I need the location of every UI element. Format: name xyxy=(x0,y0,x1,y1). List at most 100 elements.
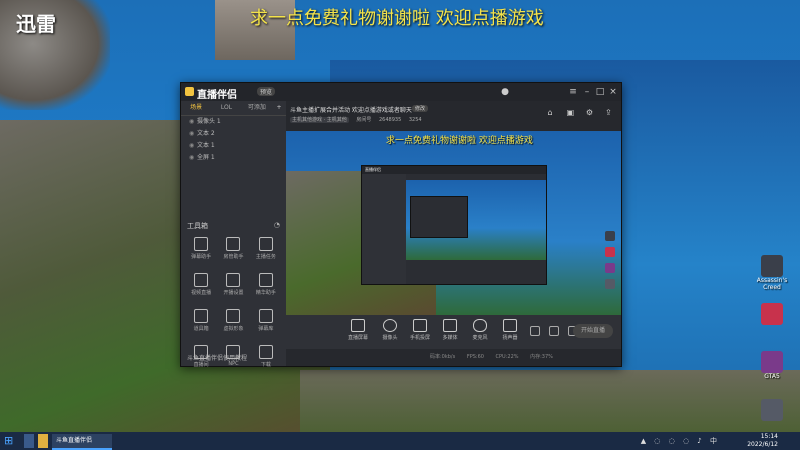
avatar-icon[interactable]: ● xyxy=(499,86,511,98)
taskview-icon[interactable] xyxy=(24,434,34,448)
speaker-button[interactable]: 扬声器 xyxy=(490,319,530,341)
game-icon xyxy=(605,231,615,241)
toolbox-title: 工具箱 xyxy=(187,222,208,230)
memory-status: 内存:37% xyxy=(530,354,553,360)
tool-item[interactable]: 道具箱 xyxy=(185,307,217,339)
tool-item[interactable]: 弹幕助手 xyxy=(185,235,217,267)
game-icon xyxy=(605,279,615,289)
scene-tabs: 场景 LOL 可添加 + xyxy=(181,101,286,116)
scene-label: 摄像头 1 xyxy=(197,118,221,125)
tool-item[interactable]: 弹幕库 xyxy=(250,307,282,339)
tool-item[interactable]: 虚拟形象 xyxy=(217,307,249,339)
tool-item[interactable]: 房管助手 xyxy=(217,235,249,267)
scene-item[interactable]: ◉ 摄像头 1 xyxy=(181,116,286,128)
status-bar: 码率:0kb/s FPS:60 CPU:22% 内存:37% xyxy=(286,349,625,366)
chat-icon[interactable] xyxy=(549,326,560,336)
tool-label: 虚拟形象 xyxy=(223,326,244,332)
tab-lol[interactable]: LOL xyxy=(211,101,241,115)
game-icon xyxy=(761,351,783,373)
tool-label: 房管助手 xyxy=(223,254,244,260)
preview-desktop-icons xyxy=(605,231,617,295)
eye-icon[interactable]: ◉ xyxy=(189,116,197,128)
room-title: 斗鱼主播扩展合并活动 欢迎点播游戏或者聊天 xyxy=(290,107,412,114)
minimize-icon[interactable]: – xyxy=(581,86,593,98)
desktop-icon-assassins-creed[interactable]: Assassin's Creed xyxy=(752,255,792,299)
clock-time: 15:14 xyxy=(760,433,778,440)
scene-item[interactable]: ◉ 文本 2 xyxy=(181,128,286,140)
edit-title-button[interactable]: 修改 xyxy=(412,105,429,112)
scene-item[interactable]: ◉ 文本 1 xyxy=(181,140,286,152)
desktop-icon-2[interactable] xyxy=(752,303,792,347)
app-logo-icon xyxy=(185,87,194,96)
tool-item[interactable]: 主播任务 xyxy=(250,235,282,267)
tool-label: 直播间 xyxy=(193,362,209,368)
tab-scene[interactable]: 场景 xyxy=(181,101,211,115)
media-icon xyxy=(443,319,457,332)
app-name: 直播伴侣 xyxy=(197,90,237,101)
menu-icon[interactable]: ≡ xyxy=(567,86,579,98)
desktop-icon-gta5[interactable]: GTA5 xyxy=(752,351,792,395)
tool-item[interactable]: 下载 xyxy=(250,343,282,375)
control-label: 扬声器 xyxy=(502,335,518,341)
tool-icon xyxy=(226,309,241,323)
stream-preview[interactable]: 求一点免费礼物谢谢啦 欢迎点播游戏 直播伴侣 xyxy=(286,131,621,315)
system-tray-icons[interactable]: ▲ ◌ ◌ ◌ ♪ 中 xyxy=(641,436,720,446)
tab-addable[interactable]: 可添加 xyxy=(242,101,272,115)
tool-icon xyxy=(226,237,241,251)
tool-icon xyxy=(258,237,273,251)
stream-overlay-title: 求一点免费礼物谢谢啦 欢迎点播游戏 xyxy=(250,8,544,29)
game-icon xyxy=(761,303,783,325)
tool-icon xyxy=(194,273,209,287)
tool-icon xyxy=(258,273,273,287)
desktop-icons: Assassin's Creed GTA5 xyxy=(752,255,792,447)
eye-icon[interactable]: ◉ xyxy=(189,152,197,164)
share-icon[interactable]: ⇪ xyxy=(605,108,615,117)
room-meta: 主机其他游戏 · 主机其他 房间号 2648935 3254 xyxy=(290,116,428,123)
close-icon[interactable]: × xyxy=(607,86,619,98)
game-icon xyxy=(761,255,783,277)
top-actions: ⌂ ▣ ⚙ ⇪ xyxy=(541,107,615,118)
start-live-button[interactable]: 开始直播 xyxy=(573,324,613,338)
tool-label: 主播任务 xyxy=(255,254,276,260)
game-icon xyxy=(761,399,783,421)
lock-icon[interactable]: ⌂ xyxy=(547,108,557,117)
eye-icon[interactable]: ◉ xyxy=(189,128,197,140)
mic-icon xyxy=(473,319,487,332)
explorer-icon[interactable] xyxy=(38,434,48,448)
tool-icon xyxy=(226,273,241,287)
add-scene-icon[interactable]: + xyxy=(272,101,286,115)
tool-label: 弹幕库 xyxy=(258,326,274,332)
tool-item[interactable]: 视频直播 xyxy=(185,271,217,303)
hot-value: 3254 xyxy=(408,117,422,123)
tool-item[interactable]: 精华助手 xyxy=(250,271,282,303)
fps-status: FPS:60 xyxy=(466,354,484,360)
maximize-icon[interactable]: □ xyxy=(594,86,606,98)
desktop-icon-label: Assassin's Creed xyxy=(756,277,788,291)
main-panel: 斗鱼主播扩展合并活动 欢迎点播游戏或者聊天 修改 主机其他游戏 · 主机其他 房… xyxy=(286,101,621,366)
tool-label: 开播设置 xyxy=(223,290,244,296)
eye-icon[interactable]: ◉ xyxy=(189,140,197,152)
settings-icon[interactable]: ⚙ xyxy=(586,108,596,117)
scene-label: 全屏 1 xyxy=(197,154,215,161)
stream-logo: 迅雷 xyxy=(16,12,56,36)
title-bar[interactable]: 直播伴侣 预览 ● ≡ – □ × xyxy=(181,83,621,101)
nested-sidebar xyxy=(362,174,406,284)
cpu-status: CPU:22% xyxy=(495,354,519,360)
nested-preview-window xyxy=(410,196,468,238)
version-badge: 预览 xyxy=(257,87,276,96)
clock[interactable]: 15:14 2022/6/12 xyxy=(747,433,778,449)
scene-item[interactable]: ◉ 全屏 1 xyxy=(181,152,286,164)
tool-item[interactable]: 开播设置 xyxy=(217,271,249,303)
record-icon[interactable]: ▣ xyxy=(567,108,577,117)
windows-start-icon[interactable]: ⊞ xyxy=(4,435,16,447)
source-controls: 直播屏幕 摄像头 手机投屏 多媒体 麦克风 扬声器 开始直播 xyxy=(286,315,621,349)
screen-icon xyxy=(351,319,365,332)
tool-label: 道具箱 xyxy=(193,326,209,332)
category-tag[interactable]: 主机其他游戏 · 主机其他 xyxy=(290,117,349,123)
tutorial-link[interactable]: 斗鱼直播伴侣使用教程 xyxy=(187,353,247,362)
video-icon[interactable] xyxy=(530,326,540,336)
taskbar-app-live-companion[interactable]: 斗鱼直播伴侣 xyxy=(52,434,112,450)
collapse-icon[interactable]: ◔ xyxy=(274,221,280,229)
clock-date: 2022/6/12 xyxy=(747,441,778,448)
bitrate-status: 码率:0kb/s xyxy=(430,354,456,360)
